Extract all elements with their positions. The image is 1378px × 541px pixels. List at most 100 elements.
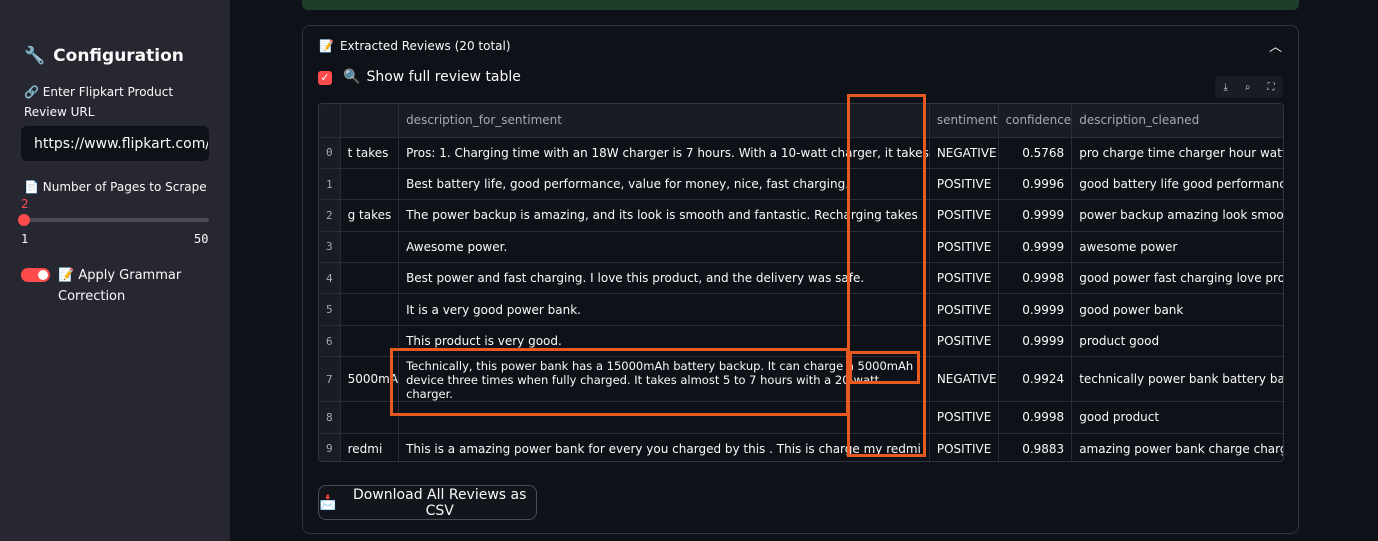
confidence-cell[interactable]: 0.9883: [998, 433, 1073, 461]
row-index[interactable]: 9: [319, 433, 341, 461]
prev-cell[interactable]: [340, 325, 400, 358]
memo-icon: 📝: [319, 39, 334, 53]
cleaned-cell[interactable]: good battery life good performance value…: [1071, 168, 1283, 201]
table-row[interactable]: 6 This product is very good. POSITIVE 0.999…: [319, 325, 1283, 358]
description-cell[interactable]: This product is very good.: [398, 325, 930, 358]
prev-cell[interactable]: t takes: [340, 137, 400, 169]
confidence-cell[interactable]: 0.9999: [998, 231, 1073, 264]
cleaned-cell[interactable]: good power bank: [1071, 293, 1283, 326]
url-label: 🔗 Enter Flipkart Product Review URL: [24, 85, 174, 119]
toggle-knob: [38, 270, 48, 280]
grammar-toggle[interactable]: [21, 268, 50, 282]
slider-thumb[interactable]: [18, 214, 30, 226]
row-index[interactable]: 7: [319, 356, 341, 403]
sentiment-cell[interactable]: NEGATIVE: [929, 356, 999, 403]
prev-cell[interactable]: 5000mA: [340, 356, 400, 403]
table-row[interactable]: 4 Best power and fast charging. I love th…: [319, 262, 1283, 295]
sentiment-cell[interactable]: POSITIVE: [929, 262, 999, 295]
sentiment-cell[interactable]: POSITIVE: [929, 199, 999, 232]
table-row[interactable]: 2g takes The power backup is amazing, and…: [319, 199, 1283, 232]
row-index[interactable]: 8: [319, 401, 341, 434]
pages-label: 📄 Number of Pages to Scrape: [24, 180, 207, 194]
sentiment-cell[interactable]: POSITIVE: [929, 168, 999, 201]
row-index[interactable]: 3: [319, 231, 341, 264]
cleaned-cell[interactable]: power backup amazing look smooth fantast…: [1071, 199, 1283, 232]
expander-title: Extracted Reviews (20 total): [339, 39, 511, 53]
table-row[interactable]: 1 Best battery life, good performance, va…: [319, 168, 1283, 201]
confidence-cell[interactable]: 0.5768: [998, 137, 1073, 169]
grammar-label: 📝 Apply Grammar Correction: [58, 268, 182, 304]
header-confidence[interactable]: confidence: [998, 104, 1073, 138]
prev-cell[interactable]: [340, 293, 400, 326]
cleaned-cell[interactable]: technically power bank battery backup ch…: [1071, 356, 1283, 403]
confidence-cell[interactable]: 0.9998: [998, 401, 1073, 434]
sentiment-cell[interactable]: POSITIVE: [929, 433, 999, 461]
cleaned-cell[interactable]: good power fast charging love product de…: [1071, 262, 1283, 295]
confidence-cell[interactable]: 0.9999: [998, 325, 1073, 358]
slider-min: 1: [21, 232, 29, 246]
cleaned-cell[interactable]: pro charge time charger hour watt charge…: [1071, 137, 1283, 169]
confidence-cell[interactable]: 0.9998: [998, 262, 1073, 295]
cleaned-cell[interactable]: product good: [1071, 325, 1283, 358]
row-index[interactable]: 2: [319, 199, 341, 232]
row-index[interactable]: 5: [319, 293, 341, 326]
expander-header[interactable]: 📝 Extracted Reviews (20 total): [319, 39, 511, 53]
sentiment-cell[interactable]: NEGATIVE: [929, 137, 999, 169]
description-cell[interactable]: Best battery life, good performance, val…: [398, 168, 930, 201]
download-csv-button[interactable]: 📩 Download All Reviews as CSV: [318, 485, 537, 520]
sentiment-cell[interactable]: POSITIVE: [929, 231, 999, 264]
description-cell[interactable]: It is a very good power bank.: [398, 293, 930, 326]
description-cell[interactable]: [398, 401, 930, 434]
table-row[interactable]: 5 It is a very good power bank. POSITIVE 0.…: [319, 293, 1283, 326]
header-description[interactable]: description_for_sentiment: [398, 104, 930, 138]
prev-cell[interactable]: [340, 168, 400, 201]
sentiment-cell[interactable]: POSITIVE: [929, 293, 999, 326]
wrench-icon: 🔧: [24, 46, 46, 66]
download-icon[interactable]: ⤓: [1223, 82, 1227, 93]
confidence-cell[interactable]: 0.9999: [998, 293, 1073, 326]
description-cell[interactable]: The power backup is amazing, and its loo…: [398, 199, 930, 232]
sentiment-cell[interactable]: POSITIVE: [929, 401, 999, 434]
sidebar: 🔧 Configuration 🔗 Enter Flipkart Product…: [0, 0, 230, 541]
description-cell[interactable]: Best power and fast charging. I love thi…: [398, 262, 930, 295]
description-cell[interactable]: This is a amazing power bank for every y…: [398, 433, 930, 461]
row-index[interactable]: 1: [319, 168, 341, 201]
prev-cell[interactable]: [340, 231, 400, 264]
row-index[interactable]: 0: [319, 137, 341, 169]
slider-value: 2: [21, 197, 29, 211]
row-index[interactable]: 4: [319, 262, 341, 295]
description-cell[interactable]: Technically, this power bank has a 15000…: [398, 356, 930, 403]
fullscreen-icon[interactable]: ⛶: [1267, 82, 1274, 93]
cleaned-cell[interactable]: good product: [1071, 401, 1283, 434]
show-table-checkbox[interactable]: ✓: [318, 71, 332, 85]
table-row[interactable]: 3 Awesome power. POSITIVE 0.9999 awesome pow…: [319, 231, 1283, 264]
table-row[interactable]: 9 redmi This is a amazing power bank for e…: [319, 433, 1283, 461]
sentiment-cell[interactable]: POSITIVE: [929, 325, 999, 358]
reviews-expander: 📝 Extracted Reviews (20 total) ︿ ✓ 🔍 Sho…: [302, 25, 1299, 534]
envelope-icon: 📩: [319, 494, 337, 511]
prev-cell[interactable]: redmi: [340, 433, 400, 461]
description-cell[interactable]: Pros: 1. Charging time with an 18W charg…: [398, 137, 930, 169]
prev-cell[interactable]: g takes: [340, 199, 400, 232]
table-toolbar: ⤓ ⌕ ⛶: [1215, 76, 1283, 98]
url-input[interactable]: https://www.flipkart.com/m: [21, 126, 209, 161]
confidence-cell[interactable]: 0.9924: [998, 356, 1073, 403]
confidence-cell[interactable]: 0.9999: [998, 199, 1073, 232]
header-sentiment[interactable]: sentiment: [929, 104, 999, 138]
pages-slider[interactable]: [24, 218, 209, 222]
search-icon[interactable]: ⌕: [1245, 82, 1251, 93]
table-row[interactable]: 0t takes Pros: 1. Charging time with an 1…: [319, 137, 1283, 169]
description-cell[interactable]: Awesome power.: [398, 231, 930, 264]
cleaned-cell[interactable]: amazing power bank charge charge redmi m…: [1071, 433, 1283, 461]
header-index: [319, 104, 341, 138]
prev-cell[interactable]: [340, 401, 400, 434]
row-index[interactable]: 6: [319, 325, 341, 358]
cleaned-cell[interactable]: awesome power: [1071, 231, 1283, 264]
prev-cell[interactable]: [340, 262, 400, 295]
chevron-up-icon[interactable]: ︿: [1269, 36, 1282, 55]
header-cleaned[interactable]: description_cleaned: [1071, 104, 1283, 138]
confidence-cell[interactable]: 0.9996: [998, 168, 1073, 201]
table-row[interactable]: 8 POSITIVE 0.9998 good product: [319, 401, 1283, 434]
review-table[interactable]: description_for_sentiment sentiment conf…: [318, 103, 1284, 462]
table-row[interactable]: 7 5000mA Technically, this power bank has …: [319, 356, 1283, 403]
